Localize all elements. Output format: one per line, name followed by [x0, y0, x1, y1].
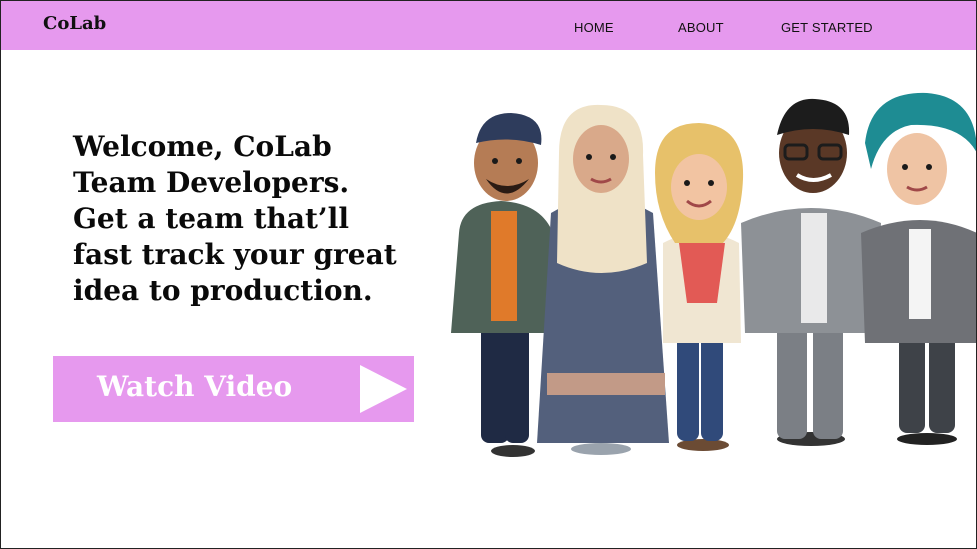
page-frame: CoLab HOME ABOUT GET STARTED Welcome, Co… — [0, 0, 977, 549]
avatar-figure — [537, 104, 669, 455]
avatar-figure — [861, 92, 976, 445]
avatar-figure — [655, 123, 744, 451]
watch-video-label: Watch Video — [97, 370, 293, 403]
team-avatars-illustration — [451, 92, 976, 457]
brand-logo[interactable]: CoLab — [43, 13, 106, 34]
watch-video-button[interactable]: Watch Video — [53, 356, 414, 422]
top-navbar: CoLab HOME ABOUT GET STARTED — [1, 1, 976, 50]
nav-link-about[interactable]: ABOUT — [678, 20, 724, 35]
avatar-figure — [741, 98, 881, 446]
hero-headline: Welcome, CoLab Team Developers. Get a te… — [73, 130, 397, 307]
nav-link-home[interactable]: HOME — [574, 20, 614, 35]
play-icon — [360, 365, 407, 413]
nav-link-get-started[interactable]: GET STARTED — [781, 20, 873, 35]
